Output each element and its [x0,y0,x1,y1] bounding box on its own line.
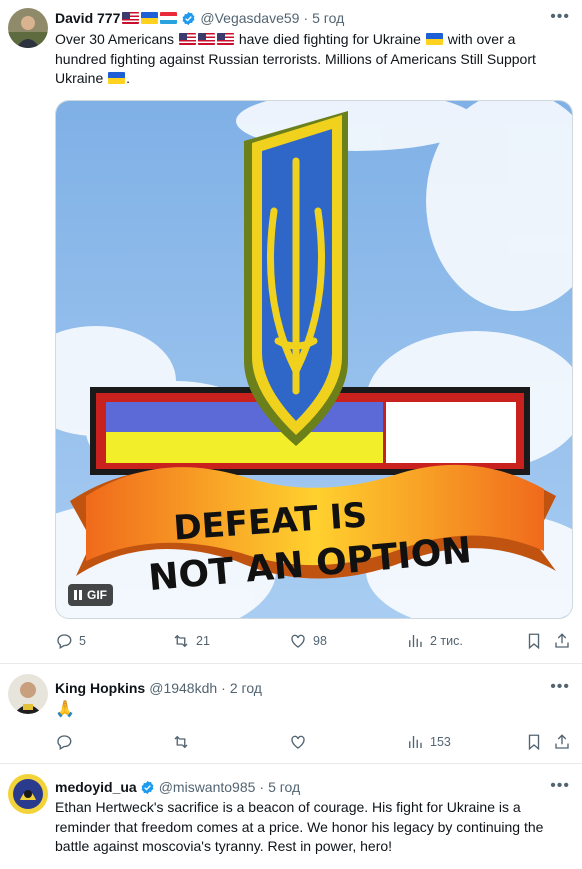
us-flag-icon [178,33,196,45]
reply-count: 5 [79,634,86,648]
reply-button[interactable] [55,733,73,751]
post-actions: 153 [55,731,574,753]
avatar-david[interactable] [8,8,48,48]
verified-badge-icon [141,780,154,794]
post-gif[interactable]: DEFEAT IS NOT AN OPTION GIF [55,100,573,619]
post-text: Ethan Hertweck's sacrifice is a beacon o… [55,799,544,854]
us-flag-icon [122,12,140,24]
share-button[interactable] [553,733,571,751]
ukraine-flag-icon [108,72,126,84]
us-flag-icon [216,33,234,45]
reply-icon [57,634,72,649]
views-count: 2 тис. [430,634,463,648]
like-count: 98 [313,634,327,648]
share-button[interactable] [553,632,571,650]
post-time[interactable]: 5 год [312,10,344,26]
bookmark-icon [528,633,540,650]
post-david[interactable]: David 777 @Vegasdave59 · 5 год ••• Over … [0,0,582,663]
post-actions: 5 21 98 2 тис. [55,630,574,652]
post-time[interactable]: 5 год [268,779,300,795]
avatar-king-hopkins[interactable] [8,674,48,714]
author-handle[interactable]: @miswanto985 [159,779,256,795]
post-header: David 777 @Vegasdave59 · 5 год [55,10,345,26]
gif-play-toggle[interactable]: GIF [68,584,113,606]
share-icon [555,633,569,648]
more-icon[interactable]: ••• [550,9,570,25]
author-name[interactable]: David 777 [55,10,120,26]
views-button[interactable]: 153 [406,733,451,751]
author-handle[interactable]: @Vegasdave59 [200,10,299,26]
share-icon [555,734,569,749]
post-text: Over 30 Americans have died fighting for… [55,31,536,86]
post-time[interactable]: 2 год [230,680,262,696]
luxembourg-flag-icon [160,12,178,24]
ukraine-flag-icon [141,12,159,24]
author-handle[interactable]: @1948kdh [149,680,217,696]
post-text: 🙏 [55,701,75,718]
avatar-medoyid[interactable] [8,774,48,814]
repost-button[interactable] [172,733,190,751]
post-header: medoyid_ua @miswanto985 · 5 год [55,779,301,795]
views-icon [409,736,422,748]
reply-icon [57,735,72,750]
reply-button[interactable]: 5 [55,632,86,650]
author-name[interactable]: medoyid_ua [55,779,137,795]
bookmark-button[interactable] [525,733,543,751]
ukraine-flag-icon [425,33,443,45]
post-header: King Hopkins @1948kdh · 2 год [55,680,262,696]
repost-count: 21 [196,634,210,648]
views-icon [409,635,422,647]
like-button[interactable]: 98 [289,632,327,650]
pause-icon [74,590,82,600]
like-icon [291,634,305,648]
bookmark-button[interactable] [525,632,543,650]
post-medoyid[interactable]: medoyid_ua @miswanto985 · 5 год ••• Etha… [0,763,582,869]
more-icon[interactable]: ••• [550,778,570,794]
verified-badge-icon [182,11,195,25]
post-king-hopkins[interactable]: King Hopkins @1948kdh · 2 год ••• 🙏 153 [0,663,582,763]
bookmark-icon [528,734,540,751]
like-icon [291,735,305,749]
like-button[interactable] [289,733,307,751]
views-button[interactable]: 2 тис. [406,632,463,650]
gif-artwork: DEFEAT IS NOT AN OPTION [56,101,572,618]
us-flag-icon [197,33,215,45]
repost-button[interactable]: 21 [172,632,210,650]
gif-label: GIF [87,588,107,602]
more-icon[interactable]: ••• [550,679,570,695]
repost-icon [174,634,188,648]
views-count: 153 [430,735,451,749]
author-name[interactable]: King Hopkins [55,680,145,696]
repost-icon [174,735,188,749]
